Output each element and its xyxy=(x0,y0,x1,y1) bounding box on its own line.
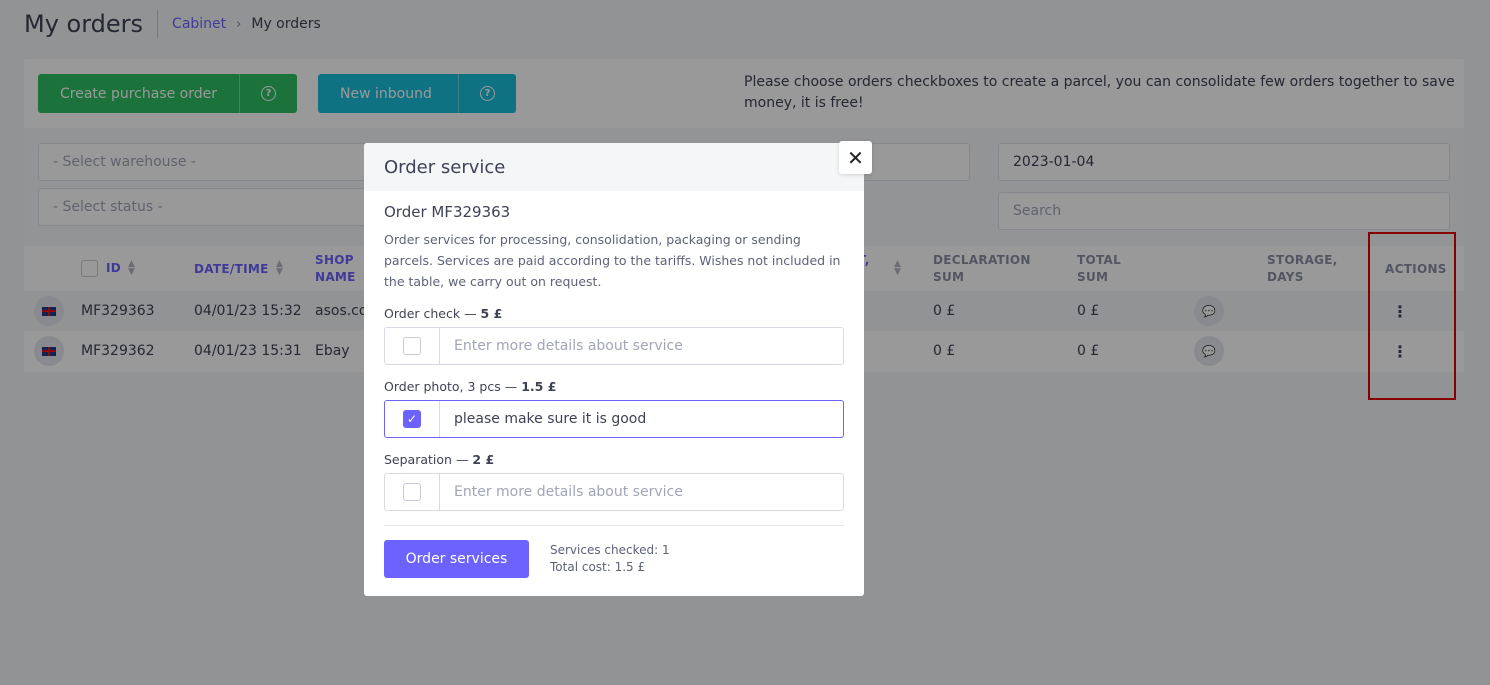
modal-header: Order service xyxy=(364,143,864,191)
modal-footer: Order services Services checked: 1 Total… xyxy=(364,526,864,578)
service-details-input[interactable] xyxy=(440,328,843,364)
service-checkbox-cell[interactable]: ✓ xyxy=(385,401,440,437)
service-name: Order photo, 3 pcs xyxy=(384,379,501,394)
services-summary: Services checked: 1 Total cost: 1.5 £ xyxy=(550,542,670,576)
service-checkbox-cell[interactable] xyxy=(385,328,440,364)
service-price: 1.5 £ xyxy=(521,379,557,394)
service-price: 5 £ xyxy=(480,306,503,321)
order-service-modal: Order service Order MF329363 Order servi… xyxy=(364,143,864,596)
service-name: Separation xyxy=(384,452,452,467)
service-row-order-check xyxy=(384,327,844,365)
modal-body: Order MF329363 Order services for proces… xyxy=(364,191,864,511)
service-checkbox-cell[interactable] xyxy=(385,474,440,510)
modal-title: Order service xyxy=(384,156,506,178)
services-checked-count: Services checked: 1 xyxy=(550,543,670,557)
service-price: 2 £ xyxy=(472,452,495,467)
service-checkbox[interactable] xyxy=(403,483,421,501)
order-description: Order services for processing, consolida… xyxy=(384,232,841,289)
service-name: Order check xyxy=(384,306,461,321)
checkmark-icon[interactable]: ✓ xyxy=(403,410,421,428)
service-label: Order check — 5 £ xyxy=(384,306,503,321)
service-checkbox[interactable] xyxy=(403,337,421,355)
total-cost: Total cost: 1.5 £ xyxy=(550,560,646,574)
service-row-order-photo: ✓ xyxy=(384,400,844,438)
order-services-button[interactable]: Order services xyxy=(384,540,529,578)
service-row-separation xyxy=(384,473,844,511)
close-icon[interactable]: ✕ xyxy=(839,141,872,174)
service-label: Order photo, 3 pcs — 1.5 £ xyxy=(384,379,557,394)
service-details-input[interactable] xyxy=(440,474,843,510)
service-details-input[interactable] xyxy=(440,401,843,437)
order-title: Order MF329363 xyxy=(384,203,511,221)
service-label: Separation — 2 £ xyxy=(384,452,495,467)
